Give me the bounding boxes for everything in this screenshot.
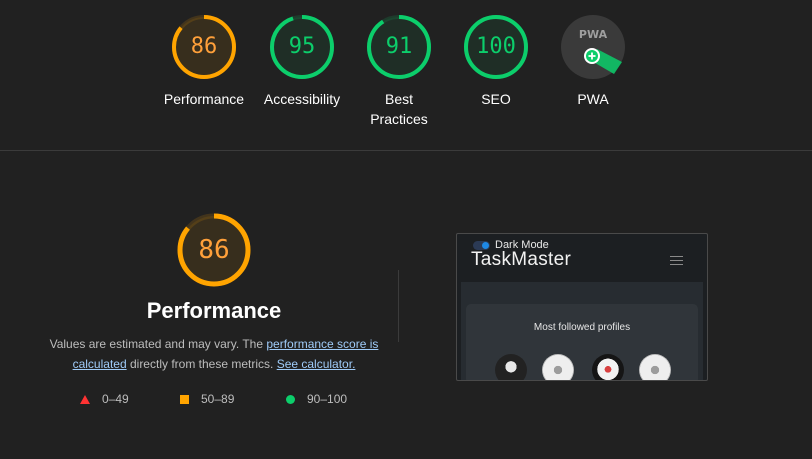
gauge-pwa[interactable]: PWA PWA	[543, 14, 643, 109]
performance-gauge: 86	[176, 212, 252, 288]
gauge-label: Accessibility	[263, 91, 341, 107]
circle-icon	[286, 395, 295, 405]
gauge-score: 100	[476, 34, 516, 59]
gauge-label: Performance	[163, 91, 245, 107]
square-icon	[180, 395, 189, 405]
avatar	[542, 354, 574, 380]
see-calculator-link[interactable]: See calculator.	[277, 357, 356, 371]
performance-score: 86	[198, 235, 230, 265]
gauge-score: 86	[190, 34, 218, 59]
legend-average: 50–89	[180, 391, 234, 407]
final-screenshot[interactable]: Dark Mode TaskMaster Most followed profi…	[456, 233, 708, 381]
gauge-accessibility[interactable]: 95 Accessibility	[252, 14, 352, 109]
gauge-best-practices[interactable]: 91 Best Practices	[349, 14, 449, 129]
description-text: Values are estimated and may vary. The	[49, 337, 267, 351]
gauge-performance[interactable]: 86 Performance	[154, 14, 254, 109]
hamburger-menu-icon	[670, 256, 683, 268]
gauge-label: PWA	[577, 91, 609, 107]
performance-description: Values are estimated and may vary. The p…	[44, 334, 384, 374]
vertical-divider	[398, 270, 399, 342]
gauge-label: SEO	[481, 91, 511, 107]
triangle-icon	[80, 395, 90, 405]
legend-pass: 90–100	[286, 391, 347, 407]
avatar	[592, 354, 624, 380]
avatar	[639, 354, 671, 380]
gauge-score: 91	[385, 34, 413, 59]
legend-fail: 0–49	[80, 391, 129, 407]
description-text: directly from these metrics.	[126, 357, 277, 371]
legend-range: 90–100	[307, 392, 348, 406]
pwa-badge-text: PWA	[579, 28, 608, 41]
score-legend: 0–49 50–89 90–100	[78, 391, 378, 407]
avatar	[495, 354, 527, 380]
performance-title: Performance	[146, 298, 282, 323]
gauge-label: Best Practices	[370, 91, 428, 127]
legend-range: 50–89	[201, 392, 235, 406]
section-divider	[0, 150, 812, 151]
legend-range: 0–49	[102, 392, 129, 406]
category-gauges: 86 Performance 95 Accessibility 91 Best …	[0, 14, 812, 144]
brand-title: TaskMaster	[471, 249, 572, 270]
section-title: Most followed profiles	[533, 322, 631, 333]
gauge-score: 95	[288, 34, 316, 59]
gauge-seo[interactable]: 100 SEO	[446, 14, 546, 109]
pwa-badge-icon: PWA	[561, 15, 625, 79]
